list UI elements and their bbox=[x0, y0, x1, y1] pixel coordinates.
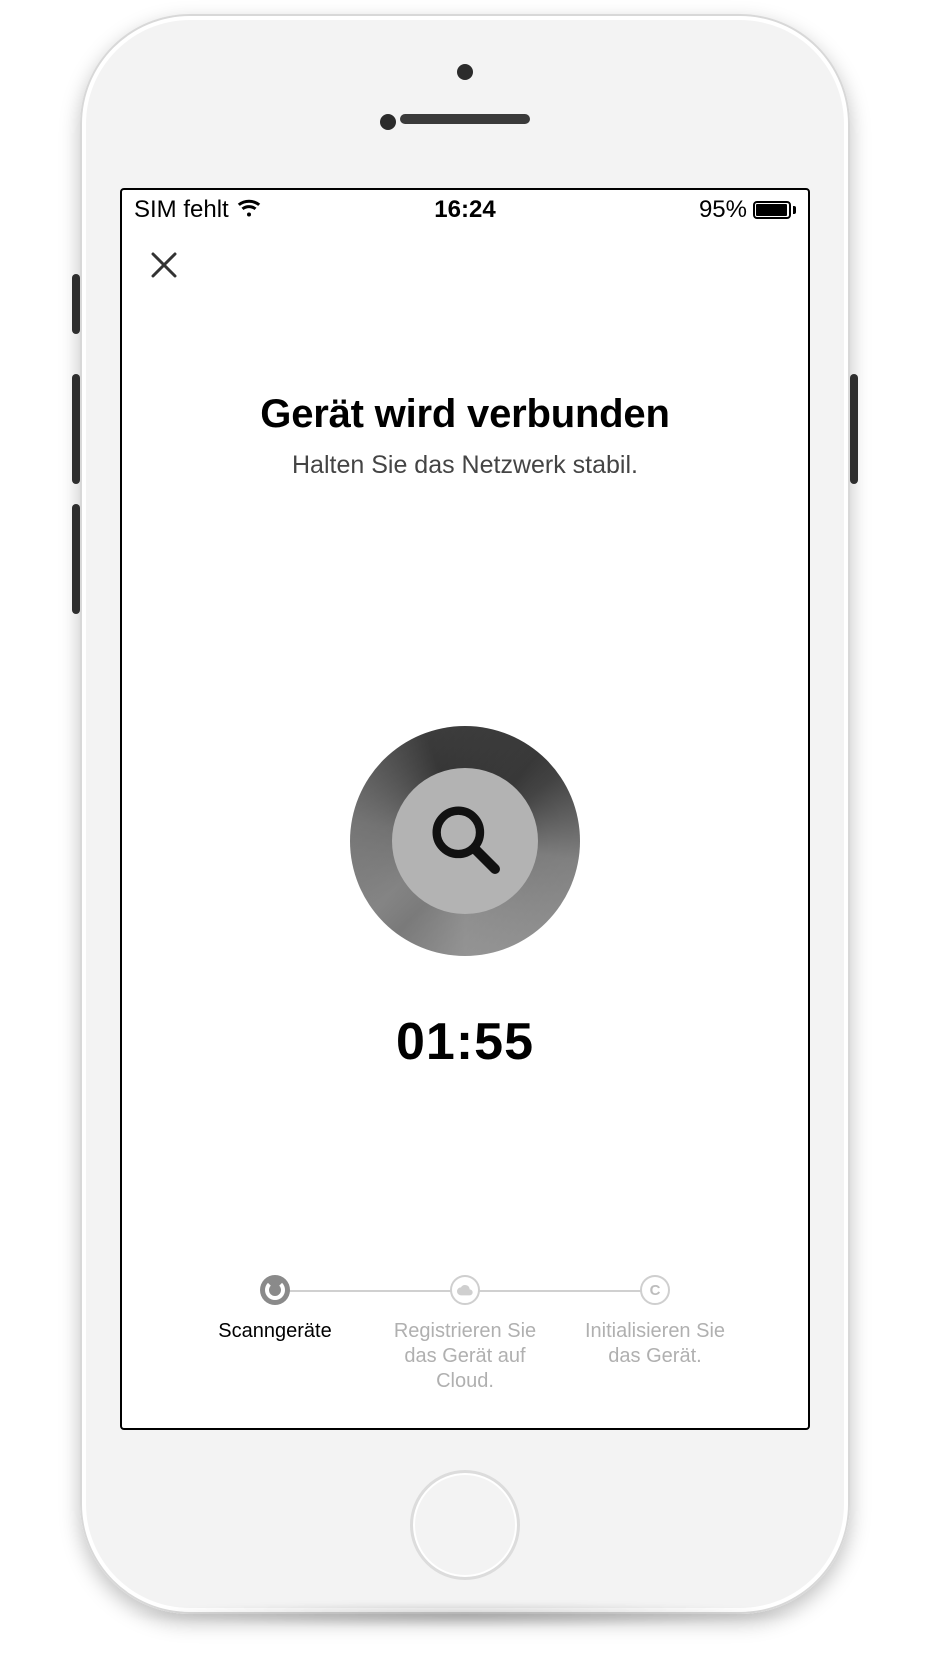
home-button bbox=[410, 1470, 520, 1580]
cloud-icon bbox=[450, 1275, 480, 1305]
status-bar: SIM fehlt 16:24 95% bbox=[122, 190, 808, 230]
step-label: Initialisieren Sie das Gerät. bbox=[570, 1319, 740, 1369]
step-label: Registrieren Sie das Gerät auf Cloud. bbox=[380, 1319, 550, 1394]
carrier-label: SIM fehlt bbox=[134, 196, 229, 224]
step-label: Scanngeräte bbox=[218, 1319, 331, 1344]
progress-steps: Scanngeräte Registrieren Sie das Gerät a… bbox=[122, 1275, 808, 1394]
step-scan-devices: Scanngeräte bbox=[180, 1275, 370, 1394]
power-button bbox=[850, 374, 858, 484]
volume-down-button bbox=[72, 504, 80, 614]
search-icon bbox=[425, 799, 505, 884]
nav-bar bbox=[122, 230, 808, 300]
battery-percent: 95% bbox=[699, 196, 747, 224]
step-register-cloud: Registrieren Sie das Gerät auf Cloud. bbox=[370, 1275, 560, 1394]
step-initialize-device: C Initialisieren Sie das Gerät. bbox=[560, 1275, 750, 1394]
wifi-icon bbox=[237, 196, 261, 224]
battery-icon bbox=[753, 201, 796, 219]
earpiece-speaker bbox=[400, 114, 530, 124]
volume-up-button bbox=[72, 374, 80, 484]
initialize-icon: C bbox=[640, 1275, 670, 1305]
proximity-sensor bbox=[380, 114, 396, 130]
content: Gerät wird verbunden Halten Sie das Netz… bbox=[122, 300, 808, 1428]
phone-frame: SIM fehlt 16:24 95% Gerät wird v bbox=[80, 14, 850, 1614]
front-camera bbox=[457, 64, 473, 80]
countdown-timer: 01:55 bbox=[396, 1012, 534, 1072]
mute-switch bbox=[72, 274, 80, 334]
spinner-icon bbox=[260, 1275, 290, 1305]
page-title: Gerät wird verbunden bbox=[260, 392, 669, 437]
screen: SIM fehlt 16:24 95% Gerät wird v bbox=[120, 188, 810, 1430]
scan-spinner bbox=[350, 726, 580, 956]
close-button[interactable] bbox=[140, 241, 188, 289]
page-subtitle: Halten Sie das Netzwerk stabil. bbox=[292, 451, 638, 480]
